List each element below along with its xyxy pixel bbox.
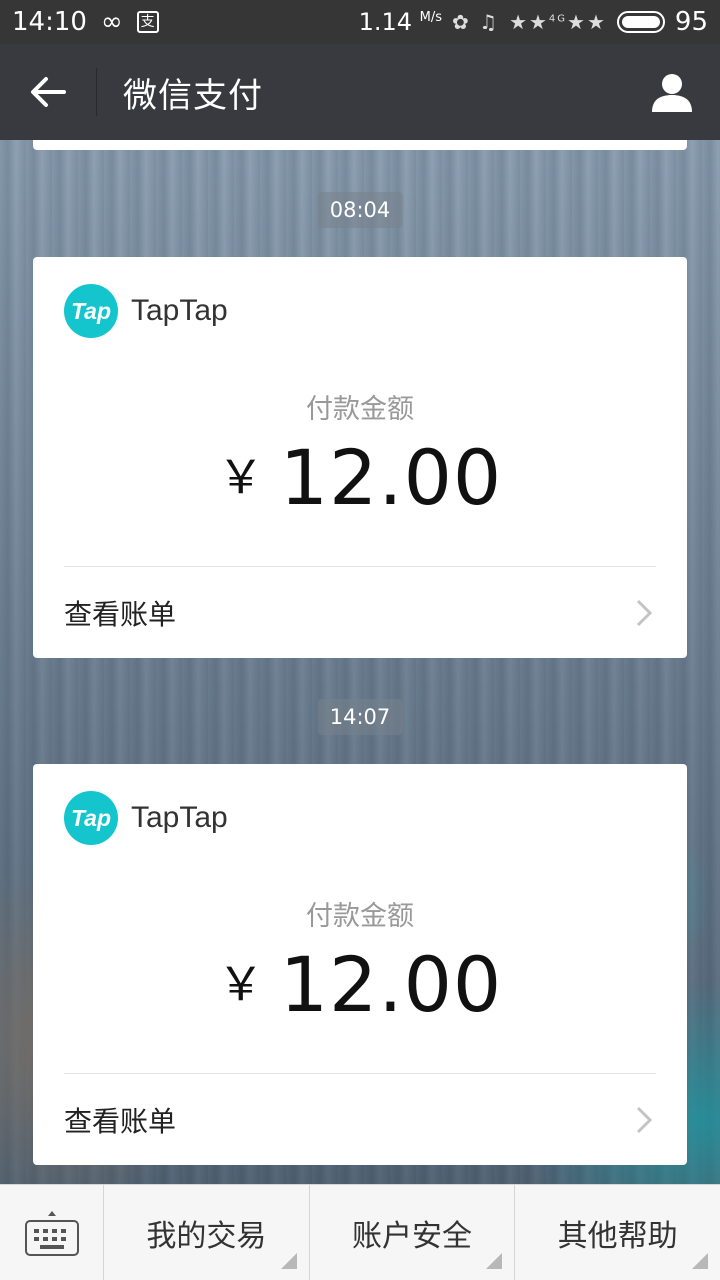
view-bill-label: 查看账单 <box>64 597 177 631</box>
payment-card[interactable]: Tap TapTap 付款金额 ￥ 12.00 查看账单 <box>33 764 687 1165</box>
bottom-menu: 我的交易 账户安全 其他帮助 <box>0 1184 720 1280</box>
chevron-right-icon <box>636 1106 652 1133</box>
submenu-indicator-icon <box>486 1253 503 1269</box>
alipay-icon: 支 <box>136 11 159 33</box>
amount-label: 付款金额 <box>306 901 414 932</box>
currency-symbol: ￥ <box>217 450 264 504</box>
previous-message-card <box>33 140 687 150</box>
submenu-indicator-icon <box>692 1253 709 1269</box>
menu-label: 其他帮助 <box>557 1219 678 1254</box>
message-time: 14:07 <box>317 699 403 735</box>
title-bar: 微信支付 <box>0 44 720 140</box>
battery-icon <box>616 11 665 33</box>
status-bar: 14:10 ∞ 支 1.14 M/s ✿ ♫ ★★4G★★ 95 <box>0 0 720 44</box>
status-time: 14:10 <box>12 7 87 37</box>
arrow-left-icon <box>31 77 66 107</box>
menu-other-help[interactable]: 其他帮助 <box>515 1185 720 1280</box>
amount-value: 12.00 <box>279 940 503 1029</box>
menu-account-security[interactable]: 账户安全 <box>310 1185 516 1280</box>
message-time: 08:04 <box>317 192 403 228</box>
amount-label: 付款金额 <box>306 394 414 425</box>
back-button[interactable] <box>0 44 96 140</box>
submenu-indicator-icon <box>280 1253 297 1269</box>
taptap-logo: Tap <box>64 284 118 338</box>
merchant-name: TapTap <box>131 801 228 834</box>
person-icon <box>652 74 692 112</box>
chevron-right-icon <box>636 599 652 626</box>
payment-amount: ￥ 12.00 <box>33 940 687 1029</box>
taptap-logo: Tap <box>64 791 118 845</box>
title-divider <box>96 68 97 116</box>
profile-button[interactable] <box>624 44 720 140</box>
signal-icon: ★★4G★★ <box>509 10 607 34</box>
view-bill-link[interactable]: 查看账单 <box>64 1074 656 1165</box>
amount-value: 12.00 <box>279 433 503 522</box>
payment-amount: ￥ 12.00 <box>33 433 687 522</box>
infinity-icon: ∞ <box>100 7 123 37</box>
view-bill-label: 查看账单 <box>64 1104 177 1138</box>
page-title: 微信支付 <box>123 75 263 116</box>
menu-my-transactions[interactable]: 我的交易 <box>104 1185 310 1280</box>
currency-symbol: ￥ <box>217 957 264 1011</box>
network-speed: 1.14 M/s <box>358 8 443 36</box>
keyboard-icon <box>24 1211 79 1256</box>
merchant-name: TapTap <box>131 294 228 327</box>
battery-level: 95 <box>674 7 708 37</box>
payment-card[interactable]: Tap TapTap 付款金额 ￥ 12.00 查看账单 <box>33 257 687 658</box>
view-bill-link[interactable]: 查看账单 <box>64 567 656 658</box>
notification-icons: ✿ ♫ <box>452 10 500 34</box>
menu-label: 账户安全 <box>352 1219 472 1254</box>
keyboard-toggle-button[interactable] <box>0 1185 104 1280</box>
menu-label: 我的交易 <box>146 1219 267 1254</box>
